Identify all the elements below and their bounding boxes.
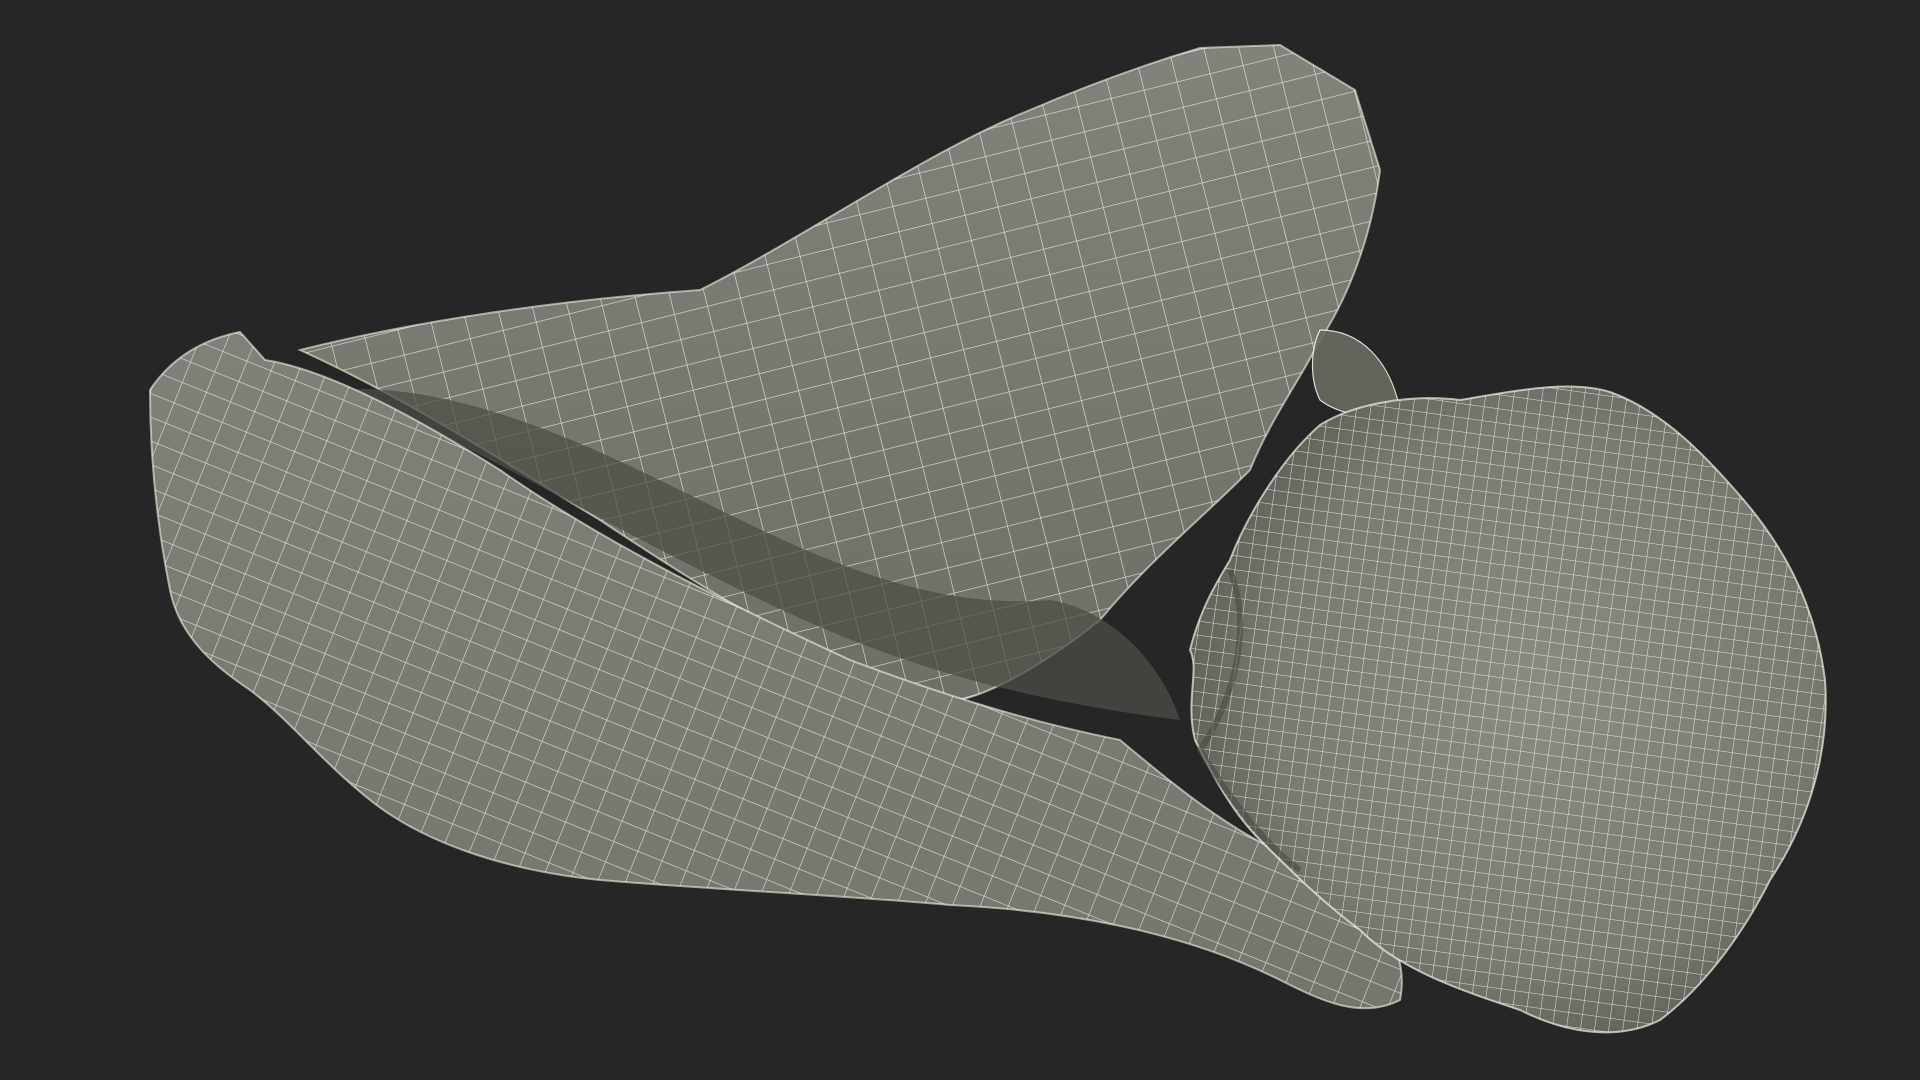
render-viewport [0,0,1920,1080]
wireframe-model [149,44,1827,1034]
